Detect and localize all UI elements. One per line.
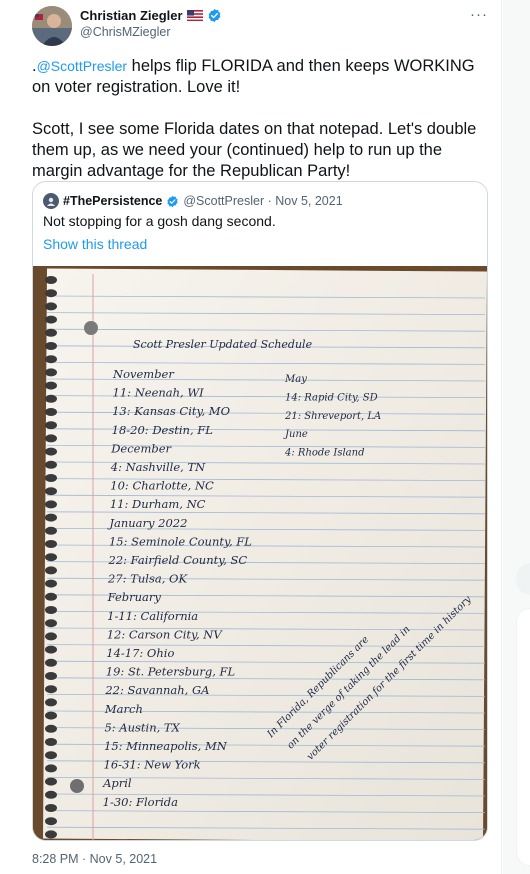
quote-avatar[interactable] bbox=[43, 193, 59, 209]
us-flag-icon bbox=[186, 10, 203, 21]
spiral-ring bbox=[45, 513, 57, 522]
spiral-ring bbox=[45, 830, 57, 839]
spiral-ring bbox=[45, 421, 57, 430]
quote-verified-badge-icon bbox=[166, 195, 179, 208]
spiral-ring bbox=[45, 447, 57, 456]
notepad-left-entry: November bbox=[112, 367, 175, 381]
spiral-ring bbox=[45, 289, 57, 298]
tweet-paragraph-1: .@ScottPresler helps flip FLORIDA and th… bbox=[32, 56, 494, 98]
spiral-ring bbox=[45, 817, 57, 826]
spiral-ring bbox=[45, 553, 57, 562]
notepad-left-entry: 27: Tulsa, OK bbox=[107, 572, 188, 586]
spiral-ring bbox=[45, 381, 57, 390]
notepad-right-entry: 14: Rapid City, SD bbox=[285, 392, 378, 403]
notepad-left-entry: January 2022 bbox=[107, 516, 187, 530]
notepad-left-entry: 14-17: Ohio bbox=[106, 646, 174, 660]
sidebar-card-edge bbox=[516, 608, 530, 866]
notepad-photo[interactable]: Scott Presler Updated Schedule November 1… bbox=[33, 266, 487, 840]
spiral-ring bbox=[45, 606, 57, 614]
spiral-ring bbox=[45, 711, 57, 720]
spiral-ring bbox=[45, 315, 57, 324]
mention-link[interactable]: @ScottPresler bbox=[37, 58, 127, 74]
spiral-ring bbox=[45, 764, 57, 773]
spiral-ring bbox=[45, 645, 57, 654]
notepad-right-entry: May bbox=[284, 374, 307, 385]
spiral-ring bbox=[45, 804, 57, 812]
author-name[interactable]: Christian Ziegler bbox=[80, 8, 183, 23]
notepad-left-entry: February bbox=[107, 590, 162, 604]
quote-text: Not stopping for a gosh dang second. bbox=[43, 213, 276, 229]
spiral-ring bbox=[45, 540, 57, 548]
spiral-ring bbox=[45, 777, 57, 786]
show-thread-link[interactable]: Show this thread bbox=[43, 236, 147, 252]
notepad-left-entry: 13: Kansas City, MO bbox=[112, 404, 230, 418]
tweet-timestamp[interactable]: 8:28 PM · Nov 5, 2021 bbox=[32, 852, 157, 866]
spiral-ring bbox=[45, 302, 57, 311]
spiral-ring bbox=[45, 474, 57, 482]
spiral-ring bbox=[45, 328, 57, 337]
spiral-ring bbox=[45, 592, 57, 601]
spiral-ring bbox=[45, 487, 57, 496]
spiral-ring bbox=[45, 672, 57, 680]
spiral-ring bbox=[45, 751, 57, 760]
spiral-ring bbox=[45, 526, 57, 535]
more-icon[interactable]: ··· bbox=[470, 6, 488, 23]
notepad-left-entry: 1-30: Florida bbox=[103, 795, 178, 809]
spiral-ring bbox=[45, 500, 57, 509]
notepad-left-entry: 22: Savannah, GA bbox=[104, 683, 209, 697]
notepad-left-entry: 15: Seminole County, FL bbox=[109, 534, 252, 548]
notepad-title: Scott Presler Updated Schedule bbox=[133, 338, 313, 351]
notepad-left-entry: March bbox=[104, 702, 143, 716]
spiral-ring bbox=[45, 342, 57, 350]
spiral-ring bbox=[45, 619, 57, 628]
notepad-right-entry: 4: Rhode Island bbox=[284, 448, 364, 459]
spiral-ring bbox=[45, 394, 57, 403]
spiral-ring bbox=[45, 460, 57, 469]
spiral-ring bbox=[45, 724, 57, 733]
notepad-left-entry: December bbox=[110, 441, 172, 455]
notepad-left-entry: 16-31: New York bbox=[104, 758, 201, 772]
notepad-left-entry: 1-11: California bbox=[107, 609, 198, 623]
notepad-image: Scott Presler Updated Schedule November 1… bbox=[33, 266, 487, 840]
quote-header: #ThePersistence @ScottPresler · Nov 5, 2… bbox=[43, 193, 343, 209]
spiral-ring bbox=[45, 632, 57, 641]
notepad-left-entry: 12: Carson City, NV bbox=[107, 627, 224, 641]
notepad-right-entry: June bbox=[283, 429, 308, 440]
quoted-tweet[interactable]: #ThePersistence @ScottPresler · Nov 5, 2… bbox=[32, 181, 488, 841]
tweet: Christian Ziegler @ChrisMZiegler ··· .@S… bbox=[18, 0, 502, 874]
author-handle[interactable]: @ChrisMZiegler bbox=[80, 25, 170, 39]
spiral-ring bbox=[45, 790, 57, 799]
notepad-left-entry: 22: Fairfield County, SC bbox=[108, 553, 248, 567]
notepad-left-entry: 4: Nashville, TN bbox=[110, 460, 206, 474]
spiral-ring bbox=[45, 566, 57, 575]
notepad-left-entry: April bbox=[102, 776, 132, 790]
notepad-left-entry: 10: Charlotte, NC bbox=[110, 479, 214, 493]
notepad-right-entry: 21: Shreveport, LA bbox=[284, 411, 381, 422]
spiral-ring bbox=[45, 738, 57, 746]
spiral-ring bbox=[45, 658, 57, 667]
notepad-left-entry: 5: Austin, TX bbox=[104, 720, 180, 734]
spiral-ring bbox=[45, 579, 57, 588]
author-row: Christian Ziegler bbox=[80, 8, 222, 23]
spiral-ring bbox=[45, 408, 57, 416]
verified-badge-icon bbox=[207, 8, 222, 23]
spiral-ring bbox=[45, 355, 57, 364]
avatar[interactable] bbox=[32, 6, 72, 46]
quote-handle-date[interactable]: @ScottPresler · Nov 5, 2021 bbox=[183, 194, 342, 208]
quote-author-name[interactable]: #ThePersistence bbox=[63, 194, 162, 208]
spiral-ring bbox=[45, 698, 57, 707]
tweet-text: .@ScottPresler helps flip FLORIDA and th… bbox=[32, 56, 494, 182]
spiral-ring bbox=[45, 685, 57, 694]
tweet-paragraph-2: Scott, I see some Florida dates on that … bbox=[32, 120, 477, 180]
spiral-ring bbox=[45, 368, 57, 377]
notepad-left-entry: 11: Neenah, WI bbox=[113, 386, 205, 400]
spiral-ring bbox=[45, 434, 57, 443]
notepad-left-entry: 18-20: Destin, FL bbox=[112, 423, 213, 437]
spiral-ring bbox=[45, 276, 57, 284]
notepad-left-entry: 15: Minneapolis, MN bbox=[104, 739, 228, 753]
notepad-left-entry: 19: St. Petersburg, FL bbox=[106, 665, 235, 679]
notepad-left-entry: 11: Durham, NC bbox=[110, 497, 206, 511]
